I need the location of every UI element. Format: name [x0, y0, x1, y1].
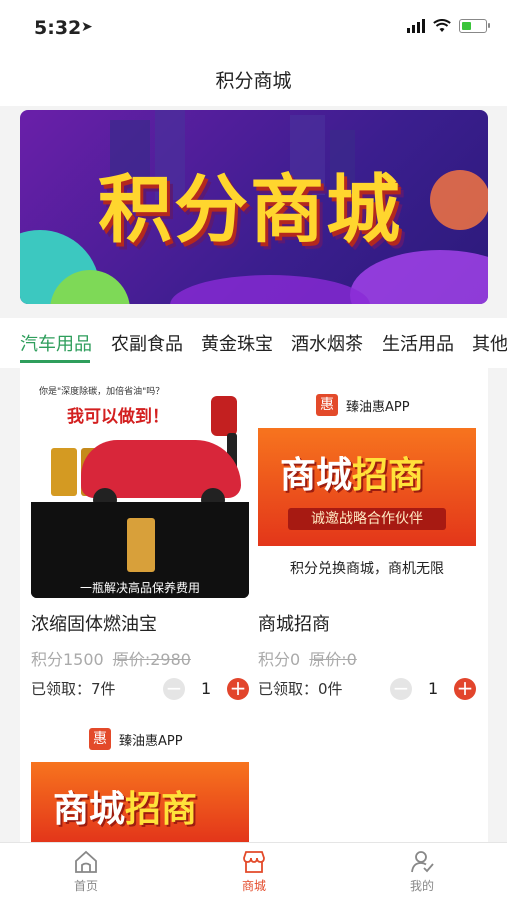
- brand-tag: 惠 臻油惠APP: [316, 394, 410, 416]
- product-name: 商城招商: [258, 614, 330, 635]
- product-image[interactable]: 惠 臻油惠APP 商城招商 诚邀战略合作伙伴 积分兑换商城，商机无限: [258, 378, 476, 598]
- original-price: 原价:0: [309, 650, 357, 669]
- increase-quantity-button[interactable]: +: [227, 678, 249, 700]
- product-image-top-text: 你是"深度除碳，加倍省油"吗？: [39, 387, 165, 397]
- tab-car-supplies[interactable]: 汽车用品: [20, 330, 92, 356]
- ad-ribbon: 诚邀战略合作伙伴: [288, 508, 446, 530]
- tabbar-shop-label: 商城: [241, 879, 266, 893]
- promo-banner[interactable]: 积分商城: [20, 110, 488, 304]
- product-image-headline: 我可以做到！: [67, 407, 169, 427]
- product-price: 积分1500 原价:2980: [31, 646, 191, 670]
- battery-icon: [459, 19, 490, 33]
- status-bar: 5:32 ➤: [0, 0, 507, 58]
- brand-logo-icon: 惠: [316, 394, 338, 416]
- location-arrow-icon: ➤: [81, 19, 93, 35]
- ad-headline-a: 商城: [53, 789, 126, 830]
- decrease-quantity-button[interactable]: −: [163, 678, 185, 700]
- tabbar-profile[interactable]: 我的: [392, 849, 452, 894]
- tabbar-home[interactable]: 首页: [56, 849, 116, 894]
- tab-gold-jewelry[interactable]: 黄金珠宝: [201, 330, 273, 356]
- tab-wine-tea[interactable]: 酒水烟茶: [291, 330, 363, 356]
- shop-icon: [243, 851, 265, 873]
- original-price: 原价:2980: [112, 650, 191, 669]
- product-image[interactable]: 惠 臻油惠APP 商城招商: [31, 720, 249, 842]
- ad-caption: 积分兑换商城，商机无限: [290, 561, 444, 577]
- tab-other[interactable]: 其他: [472, 330, 507, 356]
- tab-farm-food[interactable]: 农副食品: [111, 330, 183, 356]
- brand-name: 臻油惠APP: [346, 399, 410, 415]
- quantity-value: 1: [201, 679, 212, 698]
- ad-headline-b: 招商: [352, 455, 425, 496]
- page-title: 积分商城: [0, 58, 507, 106]
- banner-title: 积分商城: [98, 167, 402, 253]
- product-price: 积分0 原价:0: [258, 646, 357, 670]
- decrease-quantity-button[interactable]: −: [390, 678, 412, 700]
- bottom-tab-bar: 首页 商城 我的: [0, 842, 507, 901]
- tabbar-profile-label: 我的: [409, 879, 434, 893]
- tab-daily-goods[interactable]: 生活用品: [382, 330, 454, 356]
- ad-headline-a: 商城: [280, 455, 353, 496]
- claimed-count: 已领取：7件: [31, 680, 116, 698]
- quantity-value: 1: [428, 679, 439, 698]
- tabbar-home-label: 首页: [73, 879, 98, 893]
- category-tabs: 汽车用品 农副食品 黄金珠宝 酒水烟茶 生活用品 其他: [0, 318, 507, 368]
- ad-graphic: 商城招商 诚邀战略合作伙伴: [258, 428, 476, 546]
- brand-name: 臻油惠APP: [119, 733, 183, 749]
- ad-headline-b: 招商: [125, 789, 198, 830]
- brand-logo-icon: 惠: [89, 728, 111, 750]
- home-icon: [75, 850, 97, 873]
- product-image-caption: 一瓶解决高品保养费用: [79, 581, 200, 595]
- active-tab-indicator: [20, 360, 90, 363]
- ad-graphic: 商城招商: [31, 762, 249, 842]
- product-name: 浓缩固体燃油宝: [31, 614, 157, 635]
- profile-icon: [411, 851, 434, 873]
- product-image[interactable]: 你是"深度除碳，加倍省油"吗？ 我可以做到！ 一瓶解决高品保养费用: [31, 378, 249, 598]
- brand-tag: 惠 臻油惠APP: [89, 728, 183, 750]
- claimed-count: 已领取：0件: [258, 680, 343, 698]
- increase-quantity-button[interactable]: +: [454, 678, 476, 700]
- tabbar-shop[interactable]: 商城: [224, 849, 284, 894]
- points-price: 积分0: [258, 650, 301, 669]
- cellular-signal-icon: [407, 19, 425, 33]
- status-icons: [407, 19, 490, 33]
- status-time: 5:32: [34, 17, 82, 39]
- points-price: 积分1500: [31, 650, 104, 669]
- wifi-icon: [433, 19, 451, 32]
